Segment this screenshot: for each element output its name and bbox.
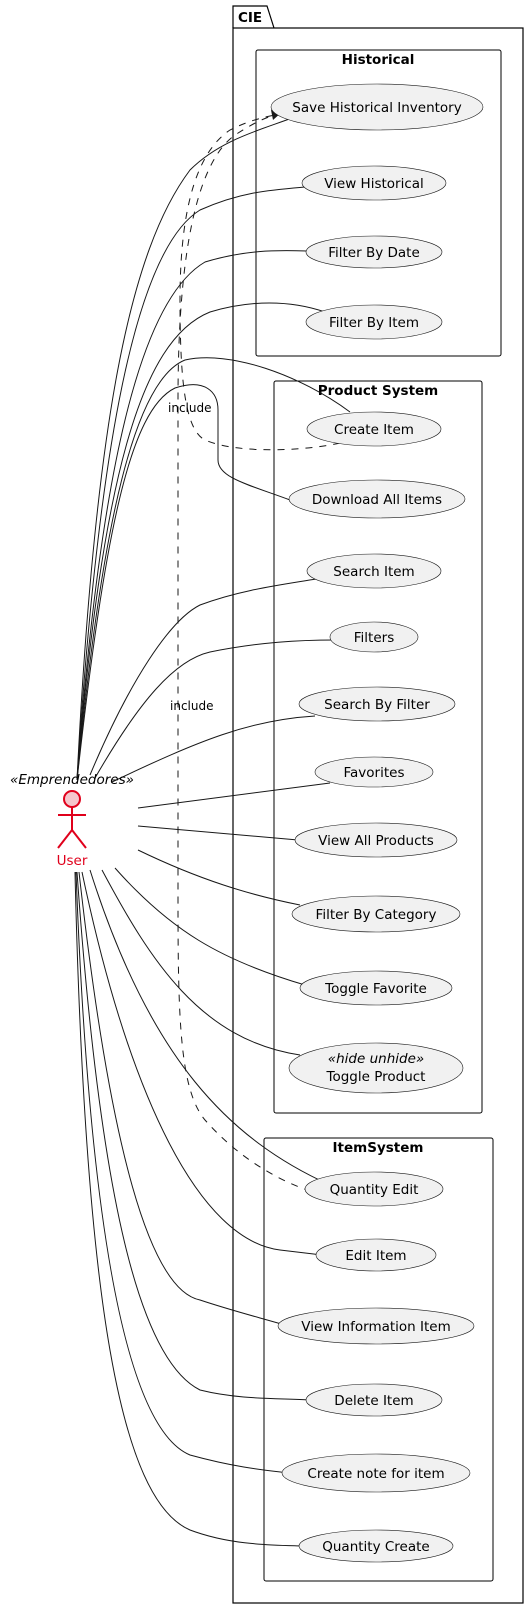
assoc-delete-item [76, 871, 311, 1401]
usecase-toggle-product[interactable]: «hide unhide» Toggle Product [288, 1042, 464, 1094]
usecase-search-by-filter[interactable]: Search By Filter [298, 686, 456, 722]
usecase-toggle-favorite[interactable]: Toggle Favorite [299, 970, 453, 1006]
usecase-label: View Historical [324, 176, 424, 192]
usecase-label: Delete Item [334, 1393, 413, 1409]
usecase-view-all-products[interactable]: View All Products [294, 822, 458, 858]
package-title-item-system: ItemSystem [333, 1140, 424, 1156]
usecase-filter-by-category[interactable]: Filter By Category [291, 895, 461, 933]
usecase-label: View All Products [318, 833, 434, 849]
usecase-label: Edit Item [345, 1248, 406, 1264]
usecase-create-note-for-item[interactable]: Create note for item [281, 1453, 471, 1493]
usecase-label: Search Item [333, 564, 414, 580]
usecase-filter-by-item[interactable]: Filter By Item [305, 304, 443, 340]
usecase-label: Favorites [344, 765, 405, 781]
usecase-label: Toggle Product [326, 1069, 426, 1085]
usecase-label: Toggle Favorite [324, 981, 427, 997]
include-quantity-to-save [177, 114, 339, 1199]
package-title-historical: Historical [342, 52, 415, 68]
usecase-create-item[interactable]: Create Item [306, 411, 442, 447]
actor-stereotype: «Emprendedores» [10, 772, 134, 788]
usecase-download-all-items[interactable]: Download All Items [288, 479, 466, 519]
assoc-create-note [75, 871, 291, 1474]
usecase-view-historical[interactable]: View Historical [301, 165, 447, 201]
actor-user[interactable]: «Emprendedores» User [10, 772, 134, 869]
usecase-filter-by-date[interactable]: Filter By Date [305, 235, 443, 269]
usecase-delete-item[interactable]: Delete Item [305, 1383, 443, 1417]
usecase-quantity-edit[interactable]: Quantity Edit [304, 1171, 444, 1207]
assoc-search-by-filter [111, 715, 316, 783]
usecase-edit-item[interactable]: Edit Item [315, 1238, 437, 1272]
assoc-edit-item [81, 871, 323, 1256]
assoc-view-info [78, 871, 286, 1326]
include-label-1: include [168, 401, 211, 415]
assoc-filter-category [137, 849, 301, 906]
usecase-label: View Information Item [301, 1319, 451, 1335]
assoc-toggle-product [101, 869, 301, 1056]
assoc-toggle-favorite [114, 867, 306, 986]
usecase-label: Create Item [334, 422, 414, 438]
usecase-quantity-create[interactable]: Quantity Create [298, 1529, 454, 1563]
actor-name: User [57, 853, 88, 869]
usecase-label: Quantity Create [322, 1539, 430, 1555]
assoc-save-historical [76, 117, 293, 781]
package-title-product-system: Product System [318, 383, 439, 399]
usecase-label: Filter By Category [316, 907, 437, 923]
usecase-filters[interactable]: Filters [329, 621, 419, 653]
usecase-favorites[interactable]: Favorites [314, 756, 434, 788]
usecase-label: Filters [354, 630, 394, 646]
usecase-view-information-item[interactable]: View Information Item [277, 1307, 475, 1345]
usecase-search-item[interactable]: Search Item [306, 553, 442, 589]
usecase-label: Quantity Edit [330, 1182, 419, 1198]
usecase-label: Filter By Item [329, 315, 419, 331]
assoc-search-item [89, 578, 317, 776]
usecase-label: Save Historical Inventory [292, 100, 461, 116]
actor-head-icon [63, 790, 81, 808]
usecase-label: Create note for item [307, 1466, 444, 1482]
usecase-label: Filter By Date [328, 245, 420, 261]
usecase-label: Search By Filter [324, 697, 430, 713]
include-label-2: include [170, 699, 213, 713]
usecase-stereotype: «hide unhide» [328, 1051, 424, 1067]
system-title: CIE [238, 10, 262, 26]
usecase-save-historical-inventory[interactable]: Save Historical Inventory [270, 83, 484, 131]
usecase-label: Download All Items [312, 492, 442, 508]
include-create-to-save [179, 114, 341, 451]
assoc-download-all [76, 384, 291, 781]
assoc-filters [94, 639, 336, 779]
include-relations: include include [168, 110, 341, 1199]
assoc-favorites [137, 782, 331, 809]
